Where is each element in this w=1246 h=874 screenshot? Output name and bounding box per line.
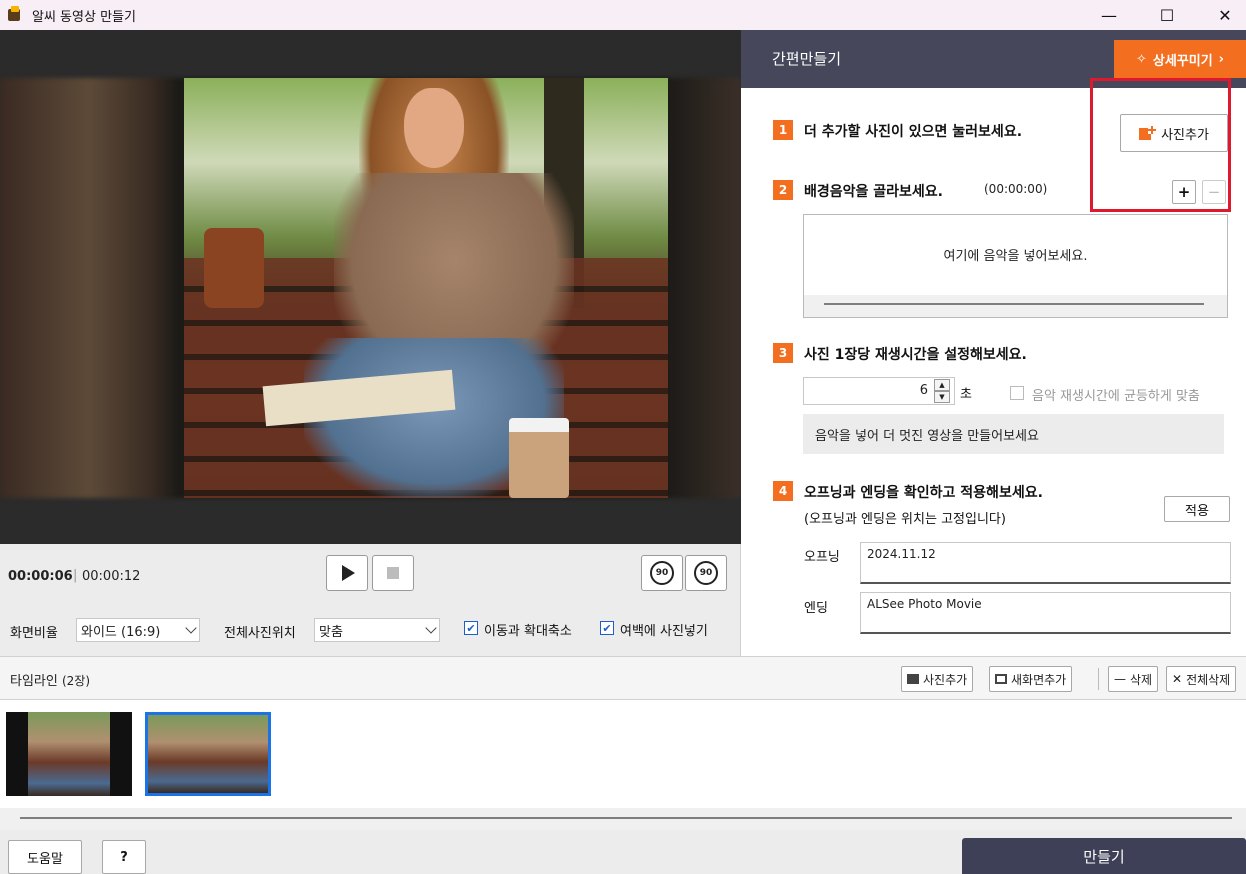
app-icon bbox=[6, 6, 24, 24]
fill-margin-label: 여백에 사진넣기 bbox=[620, 624, 708, 639]
step-1-badge: 1 bbox=[773, 120, 793, 140]
add-music-button[interactable]: + bbox=[1172, 180, 1196, 204]
ending-label: 엔딩 bbox=[804, 601, 828, 616]
position-label: 전체사진위치 bbox=[224, 626, 296, 641]
timeline-title-text: 타임라인 bbox=[10, 674, 58, 689]
chevron-right-icon: › bbox=[1218, 51, 1225, 67]
timeline-delete-all-button[interactable]: ✕ 전체삭제 bbox=[1166, 666, 1237, 692]
stop-button[interactable] bbox=[372, 555, 414, 591]
pan-zoom-checkbox[interactable]: ✔ bbox=[464, 621, 478, 635]
music-drop-hint: 여기에 음악을 넣어보세요. bbox=[943, 249, 1088, 264]
apply-button[interactable]: 적용 bbox=[1164, 496, 1230, 522]
step-4-subtext: (오프닝과 엔딩은 위치는 고정입니다) bbox=[804, 512, 1006, 527]
rotate-left-button[interactable]: 90 bbox=[641, 555, 683, 591]
chevron-down-icon bbox=[185, 622, 197, 634]
timeline-scrollbar[interactable] bbox=[0, 808, 1246, 830]
close-button[interactable]: ✕ bbox=[1196, 0, 1246, 30]
position-select[interactable]: 맞춤 bbox=[314, 618, 440, 642]
time-divider: | bbox=[73, 568, 78, 583]
duration-stepper[interactable]: 6 ▲ ▼ bbox=[803, 377, 955, 405]
magic-wand-icon: ✧ bbox=[1135, 51, 1147, 67]
maximize-button[interactable]: ☐ bbox=[1138, 0, 1196, 30]
minimize-button[interactable]: — bbox=[1080, 0, 1138, 30]
music-list-scrollbar[interactable] bbox=[804, 295, 1227, 317]
window-title: 알씨 동영상 만들기 bbox=[32, 9, 136, 25]
timeline-count: (2장) bbox=[61, 674, 91, 688]
player-controls: 00:00:06 | 00:00:12 90 90 화면비율 와이드 (16:9… bbox=[0, 544, 741, 656]
timeline-add-screen-label: 새화면추가 bbox=[1011, 672, 1067, 687]
rotate-right-icon: 90 bbox=[694, 561, 718, 585]
step-2-badge: 2 bbox=[773, 180, 793, 200]
step-2-text: 배경음악을 골라보세요. bbox=[804, 184, 943, 200]
timeline-thumb[interactable] bbox=[6, 712, 132, 796]
add-photo-button[interactable]: 사진추가 bbox=[1120, 114, 1228, 152]
aspect-value: 와이드 (16:9) bbox=[81, 624, 161, 640]
step-1-text: 더 추가할 사진이 있으면 눌러보세요. bbox=[804, 124, 1023, 140]
current-time: 00:00:06 bbox=[8, 569, 73, 584]
position-value: 맞춤 bbox=[319, 624, 343, 640]
rotate-left-icon: 90 bbox=[650, 561, 674, 585]
timeline-title: 타임라인 (2장) bbox=[10, 670, 90, 689]
duration-unit: 초 bbox=[960, 387, 972, 402]
preview-photo bbox=[184, 78, 668, 498]
opening-label: 오프닝 bbox=[804, 550, 840, 565]
stop-icon bbox=[387, 567, 399, 579]
stepper-up-icon[interactable]: ▲ bbox=[934, 379, 950, 391]
step-4-badge: 4 bbox=[773, 481, 793, 501]
music-duration: (00:00:00) bbox=[984, 182, 1048, 196]
title-bar: 알씨 동영상 만들기 bbox=[0, 0, 1246, 30]
timeline-add-photo-label: 사진추가 bbox=[923, 672, 968, 687]
chevron-down-icon bbox=[425, 622, 437, 634]
stepper-down-icon[interactable]: ▼ bbox=[934, 391, 950, 403]
even-duration-label: 음악 재생시간에 균등하게 맞춤 bbox=[1032, 389, 1200, 404]
opening-field[interactable]: 2024.11.12 bbox=[860, 542, 1231, 584]
timeline-delete-all-label: 전체삭제 bbox=[1186, 672, 1231, 687]
timeline-delete-button[interactable]: — 삭제 bbox=[1108, 666, 1159, 692]
total-time: 00:00:12 bbox=[82, 569, 141, 584]
add-photo-icon bbox=[1139, 126, 1157, 140]
make-button[interactable]: 만들기 bbox=[962, 838, 1246, 874]
timeline-add-screen-button[interactable]: 새화면추가 bbox=[989, 666, 1073, 692]
detail-edit-label: 상세꾸미기 bbox=[1152, 53, 1213, 69]
question-button[interactable]: ? bbox=[102, 840, 146, 874]
x-icon: ✕ bbox=[1172, 672, 1183, 686]
timeline-add-photo-button[interactable]: 사진추가 bbox=[901, 666, 974, 692]
timeline-thumb[interactable] bbox=[145, 712, 271, 796]
play-icon bbox=[342, 565, 355, 581]
step-3-text: 사진 1장당 재생시간을 설정해보세요. bbox=[804, 347, 1027, 363]
duration-value: 6 bbox=[919, 383, 928, 398]
step-4-text: 오프닝과 엔딩을 확인하고 적용해보세요. bbox=[804, 485, 1043, 501]
timeline-divider bbox=[1098, 668, 1099, 690]
ending-field[interactable]: ALSee Photo Movie bbox=[860, 592, 1231, 634]
add-screen-icon bbox=[995, 674, 1007, 684]
pan-zoom-label: 이동과 확대축소 bbox=[484, 624, 572, 639]
aspect-select[interactable]: 와이드 (16:9) bbox=[76, 618, 200, 642]
rotate-right-button[interactable]: 90 bbox=[685, 555, 727, 591]
remove-music-button[interactable]: − bbox=[1202, 180, 1226, 204]
detail-edit-button[interactable]: ✧ 상세꾸미기 › bbox=[1114, 40, 1246, 78]
add-photo-icon bbox=[907, 674, 919, 684]
video-preview bbox=[0, 30, 741, 544]
step-3-badge: 3 bbox=[773, 343, 793, 363]
add-photo-label: 사진추가 bbox=[1161, 127, 1209, 143]
aspect-label: 화면비율 bbox=[10, 626, 58, 641]
timeline-delete-label: 삭제 bbox=[1130, 672, 1153, 687]
help-button[interactable]: 도움말 bbox=[8, 840, 82, 874]
minus-icon: — bbox=[1114, 672, 1126, 686]
panel-title: 간편만들기 bbox=[772, 50, 842, 68]
music-drop-area[interactable]: 여기에 음악을 넣어보세요. bbox=[803, 214, 1228, 318]
music-notice: 음악을 넣어 더 멋진 영상을 만들어보세요 bbox=[803, 414, 1224, 454]
fill-margin-checkbox[interactable]: ✔ bbox=[600, 621, 614, 635]
even-duration-checkbox[interactable] bbox=[1010, 386, 1024, 400]
play-button[interactable] bbox=[326, 555, 368, 591]
